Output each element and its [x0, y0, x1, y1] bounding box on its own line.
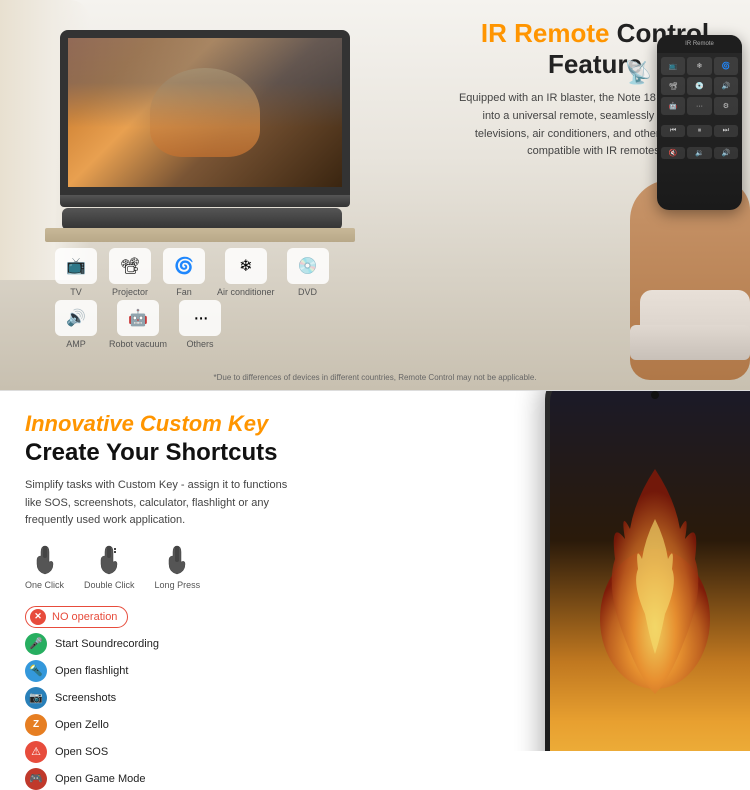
custom-key-title-orange: Innovative Custom Key: [25, 411, 395, 437]
app-cell-8: ···: [687, 97, 711, 115]
amp-label: AMP: [66, 339, 86, 350]
sofa-seat: [630, 325, 750, 360]
phone-status-bar: IR Remote: [657, 35, 742, 53]
custom-key-description: Simplify tasks with Custom Key - assign …: [25, 477, 305, 530]
game-mode-icon: 🎮: [25, 768, 47, 790]
double-click-icon: [93, 544, 125, 576]
custom-key-phone: [545, 391, 750, 751]
app-cell-6: 🔊: [714, 77, 738, 95]
vol-cell-1: 🔇: [661, 147, 685, 159]
screenshots-label: Screenshots: [55, 692, 116, 704]
device-vacuum: 🤖 Robot vacuum: [109, 300, 167, 350]
feature-screenshots: 📷 Screenshots: [25, 687, 395, 709]
vacuum-icon: 🤖: [117, 300, 159, 336]
app-cell-1: 📺: [661, 57, 685, 75]
ctrl-cell-3: ⏭: [714, 125, 738, 137]
dvd-icon: 💿: [287, 248, 329, 284]
device-ac: ❄ Air conditioner: [217, 248, 275, 298]
fan-label: Fan: [176, 287, 192, 298]
app-cell-5: 💿: [687, 77, 711, 95]
feature-no-operation: ✕ NO operation: [25, 606, 395, 628]
bottom-left-content: Innovative Custom Key Create Your Shortc…: [0, 391, 420, 751]
flashlight-label: Open flashlight: [55, 665, 128, 677]
ctrl-cell-1: ⏮: [661, 125, 685, 137]
app-cell-2: ❄: [687, 57, 711, 75]
ac-icon: ❄: [225, 248, 267, 284]
one-click-label: One Click: [25, 580, 64, 590]
device-projector: 📽 Projector: [109, 248, 151, 298]
sos-icon: ⚠: [25, 741, 47, 763]
device-fan: 🌀 Fan: [163, 248, 205, 298]
device-icons-row2: 🔊 AMP 🤖 Robot vacuum ··· Others: [55, 300, 221, 350]
zello-icon: Z: [25, 714, 47, 736]
tv-label: TV: [70, 287, 82, 298]
others-icon: ···: [179, 300, 221, 336]
tv-icon: 📺: [55, 248, 97, 284]
phone-ir-remote: IR Remote 📺 ❄ 🌀 📽 💿 🔊 🤖 ··· ⚙ ⏮ ⏸ ⏭ 🔇 🔉: [657, 35, 742, 210]
soundbar: [62, 208, 342, 230]
no-op-icon: ✕: [30, 609, 46, 625]
custom-key-title-black: Create Your Shortcuts: [25, 439, 395, 467]
long-press-label: Long Press: [155, 580, 201, 590]
one-click-icon: [29, 544, 61, 576]
amp-icon: 🔊: [55, 300, 97, 336]
device-dvd: 💿 DVD: [287, 248, 329, 298]
feature-sos: ⚠ Open SOS: [25, 741, 395, 763]
projector-label: Projector: [112, 287, 148, 298]
long-press-icon: [161, 544, 193, 576]
feature-soundrecording: 🎤 Start Soundrecording: [25, 633, 395, 655]
dvd-label: DVD: [298, 287, 317, 298]
flashlight-icon: 🔦: [25, 660, 47, 682]
disclaimer-text: *Due to differences of devices in differ…: [214, 373, 537, 382]
feature-flashlight: 🔦 Open flashlight: [25, 660, 395, 682]
ir-app-grid: 📺 ❄ 🌀 📽 💿 🔊 🤖 ··· ⚙: [657, 53, 742, 119]
tv-unit: [60, 30, 370, 207]
soundrecording-label: Start Soundrecording: [55, 638, 159, 650]
tv-content: [68, 38, 342, 187]
vol-cell-2: 🔉: [687, 147, 711, 159]
app-cell-9: ⚙: [714, 97, 738, 115]
fan-icon: 🌀: [163, 248, 205, 284]
tv-table: [45, 228, 355, 242]
screenshots-icon: 📷: [25, 687, 47, 709]
tv-screen: [60, 30, 350, 195]
device-icons-row1: 📺 TV 📽 Projector 🌀 Fan ❄ Air conditioner…: [55, 248, 329, 298]
projector-icon: 📽: [109, 248, 151, 284]
long-press-item: Long Press: [155, 544, 201, 590]
click-types-row: One Click Double Click: [25, 544, 395, 590]
device-tv: 📺 TV: [55, 248, 97, 298]
device-others: ··· Others: [179, 300, 221, 350]
vol-cell-3: 🔊: [714, 147, 738, 159]
app-cell-3: 🌀: [714, 57, 738, 75]
double-click-label: Double Click: [84, 580, 135, 590]
sos-label: Open SOS: [55, 746, 108, 758]
camera-dot: [651, 391, 659, 399]
others-label: Others: [187, 339, 214, 350]
phone-wallpaper-flame: [590, 439, 720, 699]
sofa-decoration: [620, 290, 750, 370]
zello-label: Open Zello: [55, 719, 109, 731]
app-cell-4: 📽: [661, 77, 685, 95]
device-amp: 🔊 AMP: [55, 300, 97, 350]
feature-zello: Z Open Zello: [25, 714, 395, 736]
no-op-label: NO operation: [52, 611, 117, 623]
ac-label: Air conditioner: [217, 287, 275, 298]
app-cell-7: 🤖: [661, 97, 685, 115]
tv-stand: [60, 195, 350, 207]
bottom-section: Innovative Custom Key Create Your Shortc…: [0, 391, 750, 751]
feature-list: ✕ NO operation 🎤 Start Soundrecording 🔦 …: [25, 606, 395, 790]
phone-screen: [550, 391, 750, 751]
soundrecording-icon: 🎤: [25, 633, 47, 655]
no-op-badge: ✕ NO operation: [25, 606, 128, 628]
ctrl-cell-2: ⏸: [687, 125, 711, 137]
one-click-item: One Click: [25, 544, 64, 590]
double-click-item: Double Click: [84, 544, 135, 590]
feature-game-mode: 🎮 Open Game Mode: [25, 768, 395, 790]
vacuum-label: Robot vacuum: [109, 339, 167, 350]
game-mode-label: Open Game Mode: [55, 773, 146, 785]
bottom-right-phone-area: [420, 391, 750, 751]
top-section: 📺 TV 📽 Projector 🌀 Fan ❄ Air conditioner…: [0, 0, 750, 390]
